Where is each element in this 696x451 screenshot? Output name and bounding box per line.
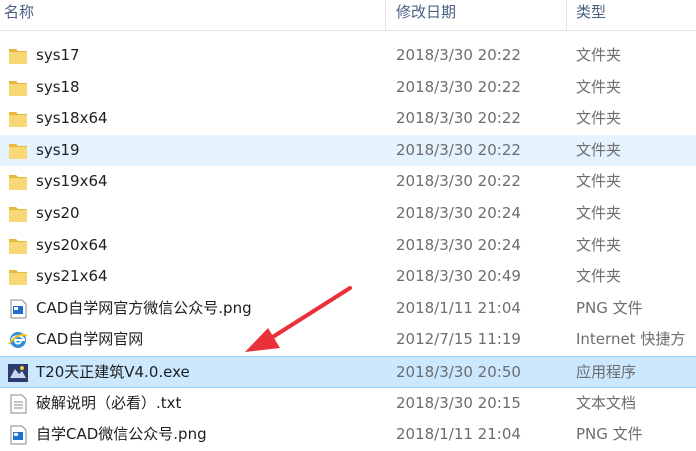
column-divider[interactable] (566, 0, 567, 30)
file-modified-date: 2018/1/11 21:04 (396, 425, 521, 444)
file-type: 应用程序 (576, 362, 637, 381)
file-row[interactable]: sys20 2018/3/30 20:24 文件夹 (0, 198, 696, 230)
file-row[interactable]: sys20x64 2018/3/30 20:24 文件夹 (0, 230, 696, 262)
file-modified-date: 2018/3/30 20:22 (396, 46, 521, 64)
file-type: 文件夹 (576, 77, 622, 96)
file-modified-date: 2018/3/30 20:49 (396, 267, 521, 286)
file-row[interactable]: sys18x64 2018/3/30 20:22 文件夹 (0, 103, 696, 135)
file-row[interactable]: CAD自学网官网 2012/7/15 11:19 Internet 快捷方 (0, 324, 696, 356)
file-type: 文件夹 (576, 140, 622, 159)
file-name: T20天正建筑V4.0.exe (36, 362, 190, 381)
file-row[interactable]: sys18 2018/3/30 20:22 文件夹 (0, 72, 696, 104)
file-modified-date: 2018/3/30 20:24 (396, 203, 521, 222)
file-row[interactable]: sys21x64 2018/3/30 20:49 文件夹 (0, 261, 696, 293)
file-modified-date: 2018/3/30 20:22 (396, 140, 521, 159)
file-name: 自学CAD微信公众号.png (36, 425, 207, 444)
file-type: 文件夹 (576, 109, 622, 128)
internet-shortcut-icon (7, 330, 29, 350)
file-name: sys21x64 (36, 267, 108, 286)
file-row[interactable]: sys17 2018/3/30 20:22 文件夹 (0, 40, 696, 72)
file-name: sys19x64 (36, 172, 108, 191)
folder-icon (7, 204, 29, 224)
file-row[interactable]: sys19x64 2018/3/30 20:22 文件夹 (0, 166, 696, 198)
folder-icon (7, 109, 29, 129)
file-type: PNG 文件 (576, 298, 643, 317)
file-type: 文件夹 (576, 235, 622, 254)
column-header-bar: 名称 修改日期 类型 (0, 0, 696, 31)
file-modified-date: 2018/3/30 20:22 (396, 172, 521, 191)
folder-icon (7, 172, 29, 192)
file-modified-date: 2018/3/30 20:24 (396, 235, 521, 254)
file-modified-date: 2018/3/30 20:22 (396, 109, 521, 128)
file-row[interactable]: T20天正建筑V4.0.exe 2018/3/30 20:50 应用程序 (0, 355, 696, 388)
folder-icon (7, 236, 29, 256)
file-modified-date: 2018/1/11 21:04 (396, 298, 521, 317)
file-name: sys20 (36, 203, 80, 222)
file-type: PNG 文件 (576, 425, 643, 444)
file-row[interactable]: 自学CAD微信公众号.png 2018/1/11 21:04 PNG 文件 (0, 419, 696, 451)
file-type: Internet 快捷方 (576, 330, 686, 349)
file-row[interactable]: 破解说明（必看）.txt 2018/3/30 20:15 文本文档 (0, 388, 696, 420)
folder-icon (7, 78, 29, 98)
file-modified-date: 2012/7/15 11:19 (396, 330, 521, 349)
column-header-name[interactable]: 名称 (4, 0, 34, 30)
file-modified-date: 2018/3/30 20:22 (396, 77, 521, 96)
folder-icon (7, 46, 29, 66)
file-name: CAD自学网官方微信公众号.png (36, 298, 252, 317)
file-name: sys18x64 (36, 109, 108, 128)
column-header-type[interactable]: 类型 (576, 0, 606, 30)
file-type: 文件夹 (576, 267, 622, 286)
file-name: sys19 (36, 140, 80, 159)
file-list: sys17 2018/3/30 20:22 文件夹 sys18 2018/3/30 20… (0, 40, 696, 451)
column-header-date[interactable]: 修改日期 (396, 0, 456, 30)
image-file-icon (7, 299, 29, 319)
text-file-icon (7, 394, 29, 414)
file-row[interactable]: CAD自学网官方微信公众号.png 2018/1/11 21:04 PNG 文件 (0, 293, 696, 325)
file-name: sys18 (36, 77, 80, 96)
file-name: CAD自学网官网 (36, 330, 144, 349)
file-name: sys17 (36, 46, 80, 64)
image-file-icon (7, 425, 29, 445)
file-modified-date: 2018/3/30 20:15 (396, 393, 521, 412)
application-icon (7, 363, 29, 383)
file-name: 破解说明（必看）.txt (36, 393, 182, 412)
file-type: 文件夹 (576, 172, 622, 191)
file-type: 文本文档 (576, 393, 637, 412)
file-type: 文件夹 (576, 46, 622, 64)
file-name: sys20x64 (36, 235, 108, 254)
folder-icon (7, 267, 29, 287)
folder-icon (7, 141, 29, 161)
column-divider[interactable] (385, 0, 386, 30)
file-type: 文件夹 (576, 203, 622, 222)
file-modified-date: 2018/3/30 20:50 (396, 362, 521, 381)
file-row[interactable]: sys19 2018/3/30 20:22 文件夹 (0, 134, 696, 167)
